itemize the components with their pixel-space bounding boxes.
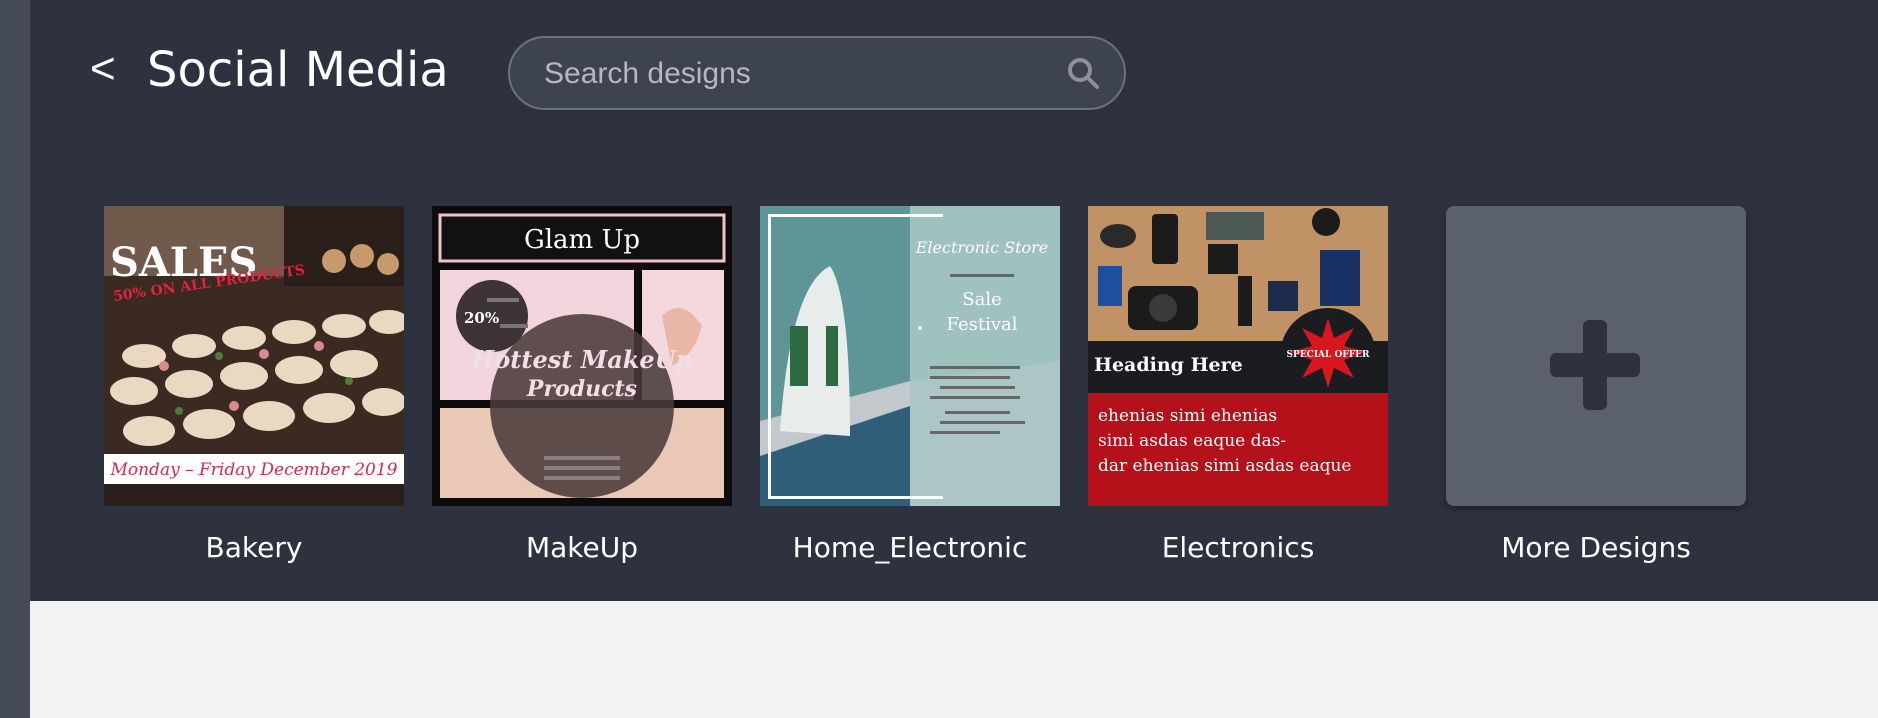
makeup-line2: Products bbox=[526, 376, 637, 402]
electronics-badge: SPECIAL OFFER bbox=[1287, 350, 1370, 360]
more-designs-label: More Designs bbox=[1501, 531, 1691, 564]
page-title: Social Media bbox=[147, 42, 449, 98]
search-input[interactable] bbox=[542, 38, 1046, 110]
home-electronic-thumbnail: Electronic Store Sale Festival bbox=[760, 206, 1060, 506]
more-designs-tile[interactable] bbox=[1446, 206, 1746, 506]
search-box[interactable] bbox=[508, 36, 1126, 110]
design-label-home-electronic: Home_Electronic bbox=[792, 531, 1028, 564]
design-label-makeup: MakeUp bbox=[525, 531, 639, 564]
makeup-thumbnail: Glam Up 20% Hottest MakeUp Products bbox=[432, 206, 732, 506]
back-button[interactable]: < bbox=[90, 44, 116, 94]
design-label-electronics: Electronics bbox=[1161, 531, 1315, 564]
search-icon[interactable] bbox=[1066, 56, 1100, 90]
electronics-thumbnail: Heading Here SPECIAL OFFER ehenias simi … bbox=[1088, 206, 1388, 506]
left-rail bbox=[0, 0, 30, 718]
makeup-headline: Glam Up bbox=[524, 225, 640, 255]
plus-icon bbox=[1550, 320, 1640, 410]
templates-panel: < Social Media SALES 50% ON ALL PRODUCTS bbox=[30, 0, 1878, 601]
home-electronic-headline: Electronic Store bbox=[915, 238, 1049, 257]
makeup-line1: Hottest MakeUp bbox=[471, 345, 693, 374]
home-electronic-line1: Sale bbox=[962, 289, 1001, 310]
bakery-footer: Monday – Friday December 2019 bbox=[109, 460, 397, 480]
makeup-badge: 20% bbox=[464, 309, 499, 327]
design-label-bakery: Bakery bbox=[205, 531, 303, 564]
bakery-thumbnail: SALES 50% ON ALL PRODUCTS Monday – Frida… bbox=[104, 206, 404, 506]
electronics-heading: Heading Here bbox=[1094, 354, 1243, 376]
home-electronic-line2: Festival bbox=[946, 314, 1017, 335]
electronics-body-3: dar ehenias simi asdas eaque bbox=[1098, 456, 1351, 476]
electronics-body-1: ehenias simi ehenias bbox=[1098, 406, 1277, 426]
electronics-body-2: simi asdas eaque das- bbox=[1098, 431, 1286, 451]
